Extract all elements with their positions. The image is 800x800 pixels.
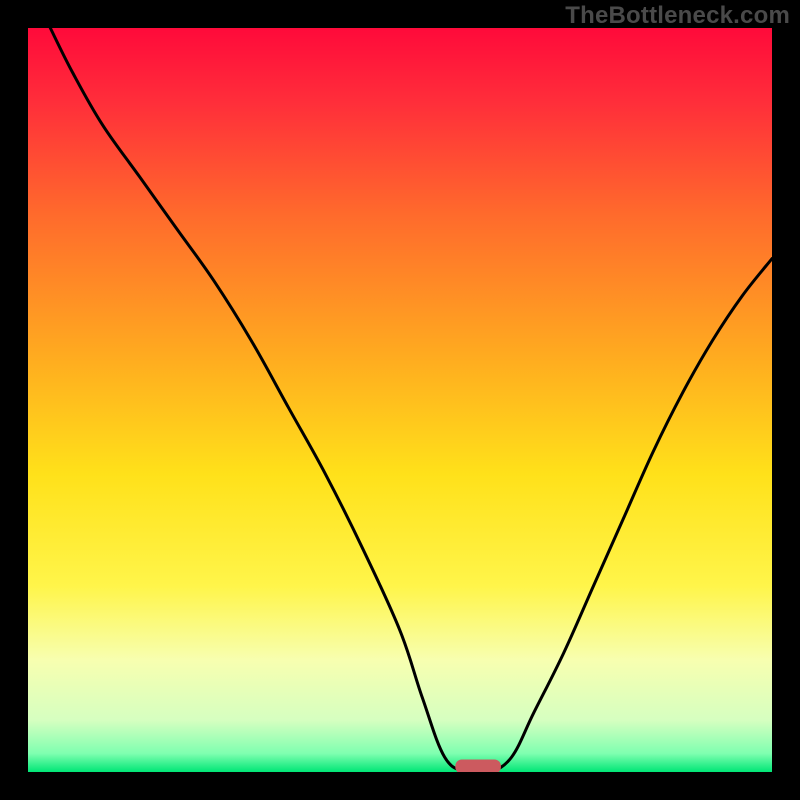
watermark-text: TheBottleneck.com <box>565 2 790 30</box>
bottleneck-chart-svg <box>28 28 772 772</box>
gradient-background <box>28 28 772 772</box>
plot-area <box>28 28 772 772</box>
chart-frame: TheBottleneck.com <box>0 0 800 800</box>
optimal-marker <box>456 760 501 772</box>
